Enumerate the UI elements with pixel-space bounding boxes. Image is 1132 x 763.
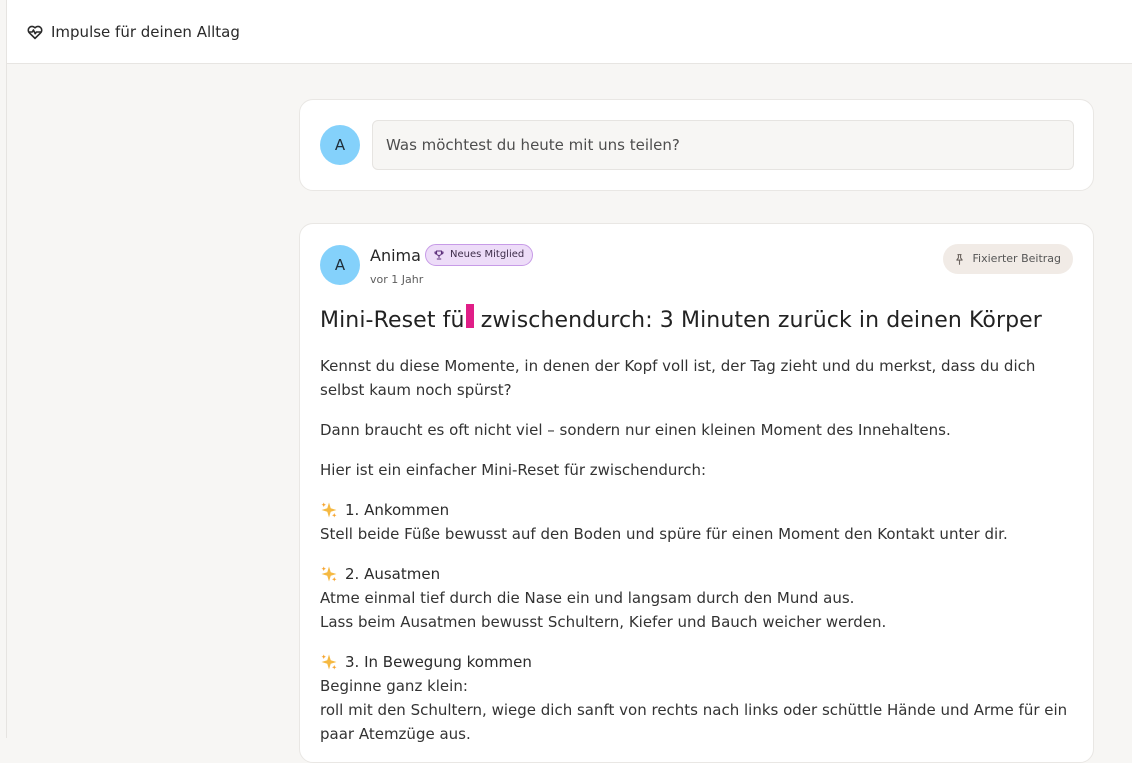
- sparkles-icon: [321, 566, 337, 582]
- step-block: 2. Ausatmen Atme einmal tief durch die N…: [320, 562, 1072, 634]
- post-title: Mini-Reset für zwischendurch: 3 Minuten …: [320, 308, 1042, 333]
- post-paragraph: Kennst du diese Momente, in denen der Ko…: [320, 357, 1036, 399]
- step-text: roll mit den Schultern, wiege dich sanft…: [320, 701, 1068, 743]
- step-text: Stell beide Füße bewusst auf den Boden u…: [320, 525, 1008, 543]
- step-block: 3. In Bewegung kommen Beginne ganz klein…: [320, 650, 1072, 746]
- page-left-divider: [6, 0, 7, 738]
- post-timestamp: vor 1 Jahr: [370, 273, 424, 286]
- pinned-post: A Anima Neues Mitglied vor 1 Jahr Fixier…: [299, 223, 1094, 763]
- composer-avatar[interactable]: A: [320, 125, 360, 165]
- post-paragraph: Dann braucht es oft nicht viel – sondern…: [320, 421, 951, 439]
- step-text: Beginne ganz klein:: [320, 677, 468, 695]
- top-bar: Impulse für deinen Alltag: [7, 0, 1132, 64]
- sparkles-icon: [321, 654, 337, 670]
- step-title: 2. Ausatmen: [345, 565, 441, 583]
- step-heading: 2. Ausatmen: [320, 562, 1072, 586]
- trophy-icon: [434, 250, 444, 260]
- author-avatar[interactable]: A: [320, 245, 360, 285]
- post-body: Kennst du diese Momente, in denen der Ko…: [320, 354, 1072, 762]
- step-text: Lass beim Ausatmen bewusst Schultern, Ki…: [320, 613, 887, 631]
- new-member-badge: Neues Mitglied: [425, 244, 534, 266]
- step-heading: 1. Ankommen: [320, 498, 1072, 522]
- step-block: 1. Ankommen Stell beide Füße bewusst auf…: [320, 498, 1072, 546]
- step-heading: 3. In Bewegung kommen: [320, 650, 1072, 674]
- post-composer: A: [299, 99, 1094, 191]
- step-title: 3. In Bewegung kommen: [345, 653, 532, 671]
- pin-icon: [955, 253, 963, 265]
- post-paragraph: Hier ist ein einfacher Mini-Reset für zw…: [320, 461, 707, 479]
- text-cursor: [466, 304, 474, 328]
- badge-label: Neues Mitglied: [450, 249, 525, 260]
- composer-input[interactable]: [372, 120, 1074, 170]
- step-text: Atme einmal tief durch die Nase ein und …: [320, 589, 855, 607]
- author-name[interactable]: Anima: [370, 244, 421, 268]
- sparkles-icon: [321, 502, 337, 518]
- pinned-label: Fixierter Beitrag: [972, 252, 1061, 265]
- pinned-post-badge: Fixierter Beitrag: [942, 244, 1073, 274]
- heart-pulse-icon: [27, 25, 43, 40]
- page-title: Impulse für deinen Alltag: [51, 23, 240, 41]
- step-title: 1. Ankommen: [345, 501, 450, 519]
